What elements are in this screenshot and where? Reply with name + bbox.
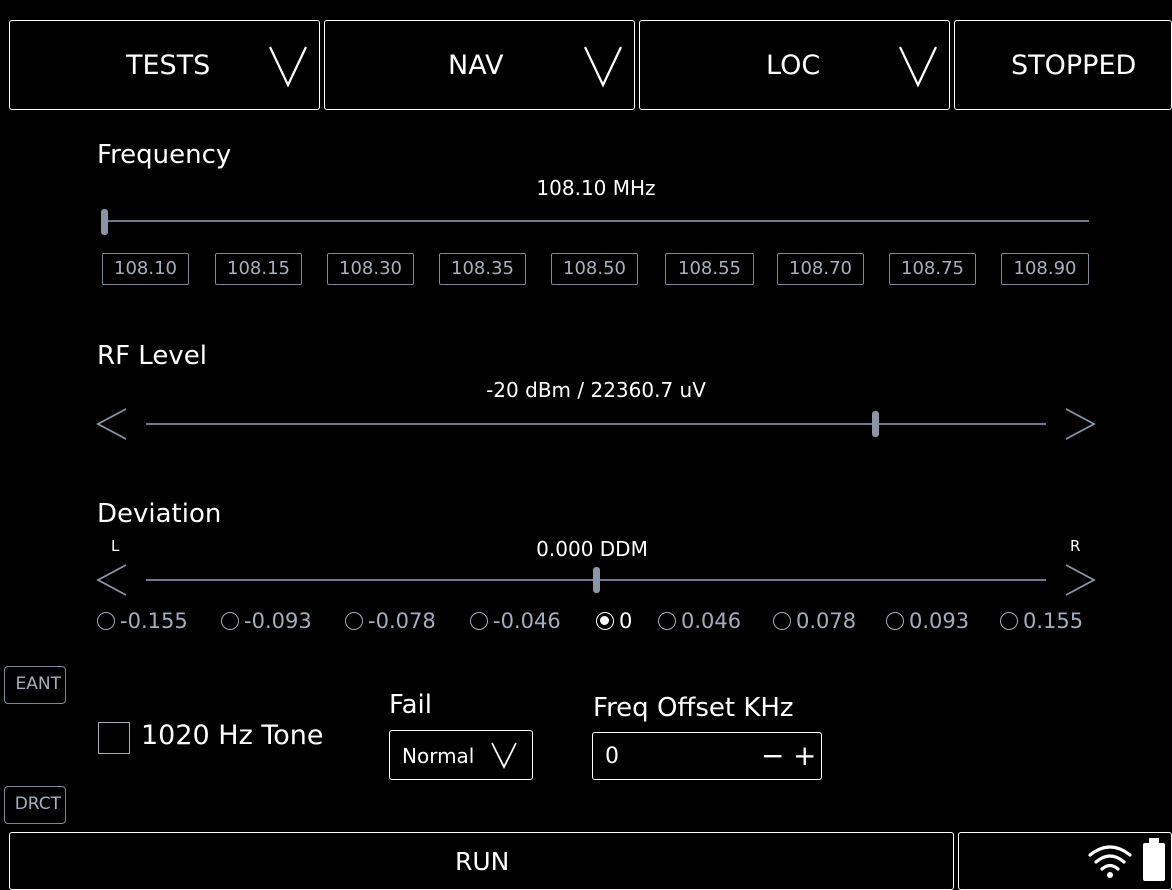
- frequency-preset-button[interactable]: 108.90: [1001, 253, 1089, 285]
- chevron-down-icon: [491, 742, 517, 769]
- deviation-radio-option[interactable]: -0.078: [345, 606, 436, 636]
- fail-dropdown[interactable]: Normal: [389, 730, 533, 780]
- fail-label: Fail: [389, 690, 432, 720]
- deviation-option-label: 0.093: [909, 609, 970, 633]
- deviation-option-label: -0.093: [244, 609, 312, 633]
- frequency-preset-button[interactable]: 108.30: [327, 253, 414, 285]
- deviation-radio-option[interactable]: 0.093: [886, 606, 969, 636]
- status-panel: [958, 832, 1172, 890]
- radio-icon: [658, 612, 676, 630]
- deviation-right-label: R: [1070, 537, 1081, 555]
- deviation-radio-option[interactable]: 0.078: [773, 606, 856, 636]
- freq-offset-label: Freq Offset KHz: [593, 693, 794, 723]
- deviation-option-label: 0.046: [681, 609, 742, 633]
- frequency-preset-button[interactable]: 108.35: [439, 253, 526, 285]
- chevron-down-icon: [899, 46, 937, 88]
- tests-label: TESTS: [126, 50, 211, 81]
- nav-label: NAV: [448, 50, 504, 81]
- frequency-preset-button[interactable]: 108.55: [665, 253, 754, 285]
- frequency-preset-button[interactable]: 108.50: [551, 253, 638, 285]
- loc-label: LOC: [766, 50, 821, 81]
- nav-dropdown[interactable]: NAV: [324, 20, 635, 110]
- deviation-radio-option[interactable]: -0.155: [97, 606, 188, 636]
- deviation-left-label: L: [111, 537, 120, 555]
- loc-dropdown[interactable]: LOC: [639, 20, 950, 110]
- deviation-option-label: -0.046: [493, 609, 561, 633]
- deviation-radio-option[interactable]: 0.046: [658, 606, 741, 636]
- deviation-title: Deviation: [97, 499, 222, 529]
- deviation-option-label: -0.155: [120, 609, 188, 633]
- drct-button[interactable]: DRCT: [4, 786, 66, 824]
- deviation-radio-option[interactable]: -0.093: [221, 606, 312, 636]
- deviation-option-label: 0: [619, 609, 633, 633]
- frequency-title: Frequency: [97, 140, 232, 170]
- frequency-slider-thumb[interactable]: [101, 209, 108, 235]
- deviation-radio-option[interactable]: 0: [596, 606, 632, 636]
- deviation-radio-option[interactable]: -0.046: [470, 606, 561, 636]
- deviation-radio-option[interactable]: 0.155: [1000, 606, 1083, 636]
- radio-icon: [97, 612, 115, 630]
- frequency-preset-button[interactable]: 108.75: [889, 253, 976, 285]
- radio-icon: [773, 612, 791, 630]
- radio-icon: [345, 612, 363, 630]
- frequency-preset-button[interactable]: 108.15: [215, 253, 302, 285]
- radio-icon: [1000, 612, 1018, 630]
- freq-offset-stepper[interactable]: 0 − +: [592, 732, 822, 780]
- frequency-preset-button[interactable]: 108.10: [102, 253, 189, 285]
- frequency-value: 108.10 MHz: [536, 176, 656, 200]
- chevron-down-icon: [269, 46, 307, 88]
- radio-selected-icon: [596, 612, 614, 630]
- battery-icon: [1143, 838, 1165, 881]
- plus-button[interactable]: +: [793, 739, 816, 772]
- frequency-slider-track[interactable]: [107, 220, 1089, 222]
- rf-level-value: -20 dBm / 22360.7 uV: [486, 378, 706, 402]
- radio-icon: [470, 612, 488, 630]
- fail-value: Normal: [402, 744, 475, 768]
- run-label: RUN: [455, 847, 510, 876]
- deviation-value: 0.000 DDM: [536, 537, 648, 561]
- deviation-option-label: -0.078: [368, 609, 436, 633]
- chevron-left-icon[interactable]: [96, 407, 128, 441]
- deviation-slider-thumb[interactable]: [593, 567, 600, 593]
- radio-icon: [886, 612, 904, 630]
- chevron-down-icon: [584, 46, 622, 88]
- wifi-icon: [1088, 845, 1132, 878]
- chevron-left-icon[interactable]: [96, 563, 128, 597]
- rf-level-title: RF Level: [97, 341, 207, 371]
- deviation-option-label: 0.155: [1023, 609, 1084, 633]
- chevron-right-icon[interactable]: [1064, 563, 1096, 597]
- chevron-right-icon[interactable]: [1064, 407, 1096, 441]
- frequency-preset-button[interactable]: 108.70: [777, 253, 864, 285]
- rf-level-slider-track[interactable]: [146, 423, 1046, 425]
- rf-level-slider-thumb[interactable]: [872, 411, 879, 437]
- status-button[interactable]: STOPPED: [954, 20, 1172, 110]
- tone-label: 1020 Hz Tone: [141, 720, 324, 751]
- status-label: STOPPED: [1011, 50, 1137, 81]
- radio-icon: [221, 612, 239, 630]
- tone-checkbox[interactable]: [98, 722, 130, 754]
- tests-dropdown[interactable]: TESTS: [9, 20, 320, 110]
- run-button[interactable]: RUN: [9, 832, 954, 890]
- freq-offset-value[interactable]: 0: [605, 744, 619, 769]
- minus-button[interactable]: −: [761, 739, 784, 772]
- eant-button[interactable]: EANT: [4, 666, 66, 704]
- deviation-option-label: 0.078: [796, 609, 857, 633]
